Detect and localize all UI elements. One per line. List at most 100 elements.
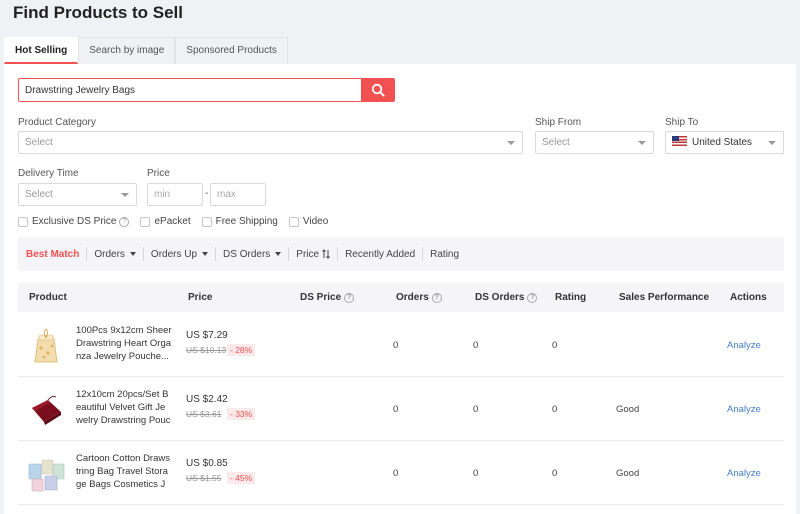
help-icon[interactable]: ? <box>119 216 130 227</box>
sales-performance-value: Good <box>616 468 640 479</box>
tab-hot-selling[interactable]: Hot Selling <box>4 37 79 64</box>
sort-orders-up-label: Orders Up <box>150 248 198 260</box>
orders-value: 0 <box>393 468 399 479</box>
product-name[interactable]: Cartoon Cotton Drawstring Bag Travel Sto… <box>76 452 172 491</box>
discount-badge: - 45% <box>227 472 256 484</box>
sort-bar: Best Match Orders Orders Up DS Orders Pr… <box>18 237 784 271</box>
video-label: Video <box>302 216 329 227</box>
product-category-select[interactable]: Select <box>18 131 523 154</box>
price-label: Price <box>147 168 170 179</box>
checkbox-box <box>288 216 299 227</box>
ds-orders-value: 0 <box>473 340 479 351</box>
product-old-price: US $1.55 <box>186 473 222 483</box>
product-thumbnail[interactable] <box>26 390 66 430</box>
sort-price[interactable]: Price <box>288 247 337 261</box>
free-shipping-label: Free Shipping <box>215 216 278 227</box>
product-price: US $7.29 <box>186 330 228 341</box>
col-actions: Actions <box>730 292 767 303</box>
product-old-price: US $10.13 <box>186 345 227 355</box>
ship-to-select[interactable]: United States <box>665 131 784 154</box>
sort-orders-label: Orders <box>94 248 125 260</box>
free-shipping-checkbox[interactable]: Free Shipping <box>201 216 278 227</box>
product-category-label: Product Category <box>18 117 96 128</box>
rating-value: 0 <box>552 468 558 479</box>
sort-recently-added-label: Recently Added <box>345 248 416 260</box>
orders-value: 0 <box>393 340 399 351</box>
chevron-down-icon <box>507 141 515 145</box>
col-product: Product <box>29 292 67 303</box>
col-sales-performance: Sales Performance <box>619 292 710 303</box>
table-row: 100Pcs 9x12cm Sheer Drawstring Heart Org… <box>18 313 784 377</box>
price-separator: - <box>205 188 209 199</box>
search-bar <box>18 78 395 102</box>
ship-from-placeholder: Select <box>542 137 570 148</box>
analyze-link[interactable]: Analyze <box>727 340 761 351</box>
col-ds-orders: DS Orders? <box>475 292 538 303</box>
col-ds-price-label: DS Price <box>300 292 342 303</box>
caret-down-icon <box>202 252 209 256</box>
page-title: Find Products to Sell <box>13 3 184 22</box>
chevron-down-icon <box>768 141 776 145</box>
product-price: US $0.85 <box>186 458 228 469</box>
analyze-link[interactable]: Analyze <box>727 404 761 415</box>
product-old-price: US $3.61 <box>186 409 222 419</box>
sort-orders-up[interactable]: Orders Up <box>142 247 215 261</box>
ds-orders-value: 0 <box>473 468 479 479</box>
help-icon[interactable]: ? <box>431 292 442 303</box>
sort-ds-orders[interactable]: DS Orders <box>215 247 288 261</box>
exclusive-ds-price-label: Exclusive DS Price <box>32 216 117 227</box>
sort-rating[interactable]: Rating <box>422 247 466 261</box>
tab-sponsored-products[interactable]: Sponsored Products <box>175 37 288 64</box>
price-max-input[interactable]: max <box>210 183 266 206</box>
help-icon[interactable]: ? <box>527 292 538 303</box>
sort-price-label: Price <box>296 248 320 260</box>
epacket-checkbox[interactable]: ePacket <box>140 216 191 227</box>
sort-ds-orders-label: DS Orders <box>223 248 271 260</box>
sort-rating-label: Rating <box>430 248 460 260</box>
product-thumbnail[interactable] <box>26 454 66 494</box>
exclusive-ds-price-checkbox[interactable]: Exclusive DS Price ? <box>18 216 130 227</box>
col-rating: Rating <box>555 292 587 303</box>
rating-value: 0 <box>552 404 558 415</box>
chevron-down-icon <box>121 193 129 197</box>
col-orders: Orders? <box>396 292 442 303</box>
product-name[interactable]: 100Pcs 9x12cm Sheer Drawstring Heart Org… <box>76 324 172 363</box>
ds-orders-value: 0 <box>473 404 479 415</box>
ship-to-label: Ship To <box>665 117 699 128</box>
table-row: 12x10cm 20pcs/Set Beautiful Velvet Gift … <box>18 377 784 441</box>
search-button[interactable] <box>361 79 394 101</box>
discount-badge: - 28% <box>227 344 256 356</box>
tab-search-by-image[interactable]: Search by image <box>78 37 176 64</box>
ship-from-label: Ship From <box>535 117 582 128</box>
caret-down-icon <box>129 252 136 256</box>
col-ds-orders-label: DS Orders <box>475 292 525 303</box>
delivery-time-label: Delivery Time <box>18 168 79 179</box>
col-orders-label: Orders <box>396 292 429 303</box>
col-ds-price: DS Price? <box>300 292 355 303</box>
sort-best-match[interactable]: Best Match <box>26 247 86 261</box>
price-min-input[interactable]: min <box>147 183 203 206</box>
video-checkbox[interactable]: Video <box>288 216 329 227</box>
orders-value: 0 <box>393 404 399 415</box>
checkbox-box <box>140 216 151 227</box>
analyze-link[interactable]: Analyze <box>727 468 761 479</box>
checkbox-box <box>18 216 28 227</box>
search-icon <box>371 83 385 97</box>
search-input[interactable] <box>19 79 361 101</box>
help-icon[interactable]: ? <box>344 292 355 303</box>
product-price: US $2.42 <box>186 394 228 405</box>
ship-to-value: United States <box>692 137 753 148</box>
checkbox-box <box>201 216 212 227</box>
filter-checkboxes: Exclusive DS Price ? ePacket Free Shippi… <box>18 216 339 227</box>
product-thumbnail[interactable] <box>26 326 66 366</box>
delivery-time-select[interactable]: Select <box>18 183 137 206</box>
us-flag-icon <box>672 136 687 146</box>
product-name[interactable]: 12x10cm 20pcs/Set Beautiful Velvet Gift … <box>76 388 172 427</box>
sort-recently-added[interactable]: Recently Added <box>337 247 422 261</box>
sort-orders[interactable]: Orders <box>86 247 143 261</box>
table-header: Product Price DS Price? Orders? DS Order… <box>18 283 784 312</box>
ship-from-select[interactable]: Select <box>535 131 654 154</box>
col-price: Price <box>188 292 213 303</box>
product-category-placeholder: Select <box>25 137 53 148</box>
delivery-time-placeholder: Select <box>25 189 53 200</box>
